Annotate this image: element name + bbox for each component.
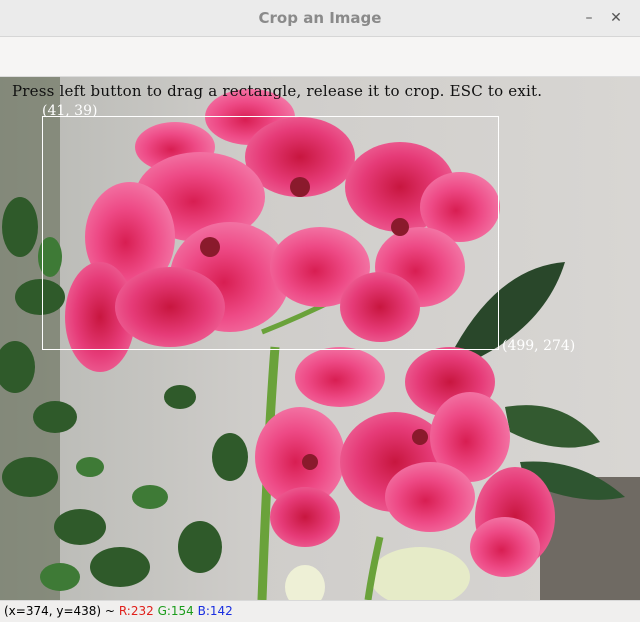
window-title: Crop an Image xyxy=(258,9,382,27)
cursor-position: (x=374, y=438) ~ xyxy=(4,604,115,618)
selection-end-label: (499, 274) xyxy=(502,338,576,354)
crop-selection-rectangle[interactable] xyxy=(42,116,499,350)
status-bar: (x=374, y=438) ~ R:232 G:154 B:142 xyxy=(0,600,640,622)
minimize-icon[interactable]: – xyxy=(578,7,600,29)
image-canvas[interactable]: Press left button to drag a rectangle, r… xyxy=(0,77,640,600)
close-icon[interactable]: ✕ xyxy=(605,7,627,29)
selection-start-label: (41, 39) xyxy=(42,103,98,119)
pixel-green-value: G:154 xyxy=(157,604,194,618)
pixel-red-value: R:232 xyxy=(118,604,154,618)
title-bar: Crop an Image – ✕ xyxy=(0,0,640,37)
pixel-blue-value: B:142 xyxy=(197,604,233,618)
toolbar xyxy=(0,37,640,77)
crop-instruction-text: Press left button to drag a rectangle, r… xyxy=(12,82,543,100)
